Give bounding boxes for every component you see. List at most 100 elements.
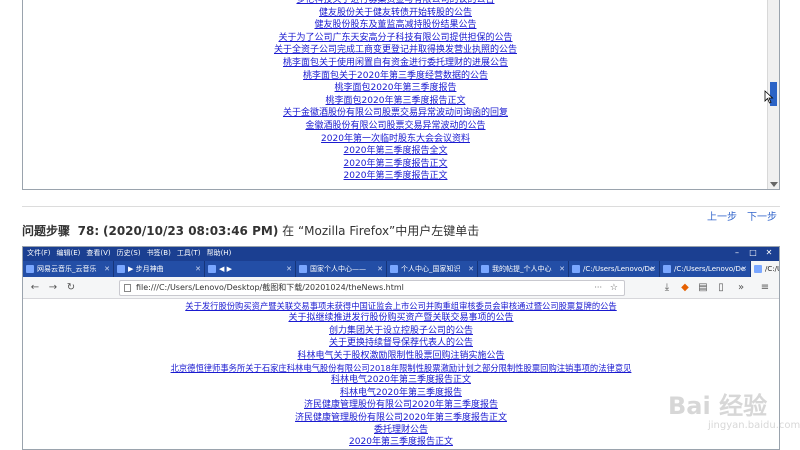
tab-label: 网易云音乐_云音乐 (37, 265, 97, 273)
previous-step-link[interactable]: 上一步 (707, 208, 737, 223)
page-content: 关于发行股份购买资产暨关联交易事项未获得中国证监会上市公司并购重组审核委员会审核… (23, 300, 779, 449)
tab-favicon-icon (390, 265, 398, 273)
tab-label: 国家个人中心—— (310, 265, 366, 273)
page-actions-icon[interactable]: ··· (594, 281, 602, 295)
next-step-link[interactable]: 下一步 (747, 208, 777, 223)
browser-tab[interactable]: /C:/Users/Lenovo/De✕ (660, 261, 751, 277)
announcement-link[interactable]: 关于拟继续推进发行股份购买资产暨关联交易事项的公告 (23, 312, 779, 324)
tab-favicon-icon (754, 265, 762, 273)
tab-label: /C:/Users/Lenovo/De (765, 265, 779, 273)
menu-item[interactable]: 查看(V) (86, 249, 110, 257)
announcement-link[interactable]: 科林电气2020年第三季度报告 (23, 387, 779, 399)
announcement-link[interactable]: 关于更换持续督导保荐代表人的公告 (23, 337, 779, 349)
bookmark-star-icon[interactable]: ☆ (610, 281, 618, 295)
browser-tab[interactable]: ▶ 步月神曲 ✕ (114, 261, 205, 277)
announcement-link[interactable]: 桃李面包2020年第三季度报告 (23, 82, 768, 95)
announcement-link[interactable]: 委托理财公告 (23, 424, 779, 436)
menu-bar: 文件(F) 编辑(E) 查看(V) 历史(S) 书签(B) 工具(T) 帮助(H) (23, 247, 779, 259)
tab-label: ◀ ▶ (219, 265, 232, 273)
browser-tab[interactable]: /C:/Users/Lenovo/De✕ (569, 261, 660, 277)
announcement-link[interactable]: 科林电气2020年第三季度报告正文 (23, 374, 779, 386)
menu-item[interactable]: 文件(F) (27, 249, 51, 257)
announcement-link[interactable]: 2020年第三季度报告正文 (23, 170, 768, 183)
address-bar[interactable]: file:///C:/Users/Lenovo/Desktop/截图和下载/20… (119, 280, 625, 296)
menu-item[interactable]: 编辑(E) (57, 249, 81, 257)
tab-label: 我的帖提_个人中心 (492, 265, 552, 273)
mouse-cursor-icon (764, 90, 774, 104)
divider (22, 206, 780, 207)
minimize-icon[interactable]: – (729, 247, 745, 259)
announcement-link[interactable]: 2020年第一次临时股东大会会议资料 (23, 133, 768, 146)
announcement-link[interactable]: 2020年第三季度报告全文 (23, 145, 768, 158)
tab-close-icon[interactable]: ✕ (650, 261, 656, 277)
announcement-link[interactable]: 健友股份股东及董监高减持股份结果公告 (23, 19, 768, 32)
tab-close-icon[interactable]: ✕ (377, 261, 383, 277)
announcement-link[interactable]: 科林电气关于股权激励限制性股票回购注销实施公告 (23, 350, 779, 362)
announcement-link[interactable]: 桃李面包关于2020年第三季度经营数据的公告 (23, 70, 768, 83)
announcement-link[interactable]: 2020年第三季度报告正文 (23, 436, 779, 448)
menu-item[interactable]: 工具(T) (177, 249, 201, 257)
top-link-list: 多伦科技关于进行募集资金与有限公司的议的公告 健友股份关于健友转债开始转股的公告健… (23, 0, 768, 183)
announcement-link[interactable]: 多伦科技关于进行募集资金与有限公司的议的公告 (23, 0, 768, 7)
tab-favicon-icon (299, 265, 307, 273)
step-header: 问题步骤 78: (2020/10/23 08:03:46 PM) 在 “Moz… (22, 222, 479, 239)
addon-icon[interactable]: ◆ (677, 280, 693, 296)
reload-icon[interactable]: ↻ (63, 280, 79, 296)
tab-favicon-icon (481, 265, 489, 273)
browser-tab[interactable]: 我的帖提_个人中心 ✕ (478, 261, 569, 277)
close-icon[interactable]: ✕ (761, 247, 777, 259)
announcement-link[interactable]: 关于为了公司广东天安高分子科技有限公司提供担保的公告 (23, 32, 768, 45)
watermark-url: jingyan.baidu.com (708, 420, 800, 431)
announcement-link[interactable]: 北京德恒律师事务所关于石家庄科林电气股份有限公司2018年限制性股票激励计划之部… (23, 362, 779, 374)
menu-item[interactable]: 历史(S) (117, 249, 141, 257)
back-arrow-icon[interactable]: ← (27, 280, 43, 296)
library-icon[interactable]: ▤ (695, 280, 711, 296)
tab-close-icon[interactable]: ✕ (468, 261, 474, 277)
step-description: 在 “Mozilla Firefox”中用户左键单击 (282, 224, 480, 238)
menu-item[interactable]: 帮助(H) (207, 249, 232, 257)
menu-item[interactable]: 书签(B) (147, 249, 171, 257)
announcement-link[interactable]: 桃李面包2020年第三季度报告正文 (23, 95, 768, 108)
watermark-logo-text: Bai 经验 (668, 392, 768, 420)
browser-tab[interactable]: ◀ ▶ ✕ (205, 261, 296, 277)
previous-step-screenshot: 多伦科技关于进行募集资金与有限公司的议的公告 健友股份关于健友转债开始转股的公告健… (22, 0, 780, 190)
window-controls: – □ ✕ (729, 247, 777, 259)
forward-arrow-icon[interactable]: → (45, 280, 61, 296)
tab-label: /C:/Users/Lenovo/De (674, 265, 746, 273)
scroll-down-arrow-icon[interactable] (770, 182, 778, 187)
announcement-link[interactable]: 济民健康管理股份有限公司2020年第三季度报告 (23, 399, 779, 411)
hamburger-menu-icon[interactable]: ≡ (757, 280, 773, 296)
announcement-link[interactable]: 健友股份关于健友转债开始转股的公告 (23, 7, 768, 20)
tab-favicon-icon (26, 265, 34, 273)
tab-close-icon[interactable]: ✕ (195, 261, 201, 277)
maximize-icon[interactable]: □ (745, 247, 761, 259)
announcement-link[interactable]: 关于全资子公司完成工商变更登记并取得换发营业执照的公告 (23, 44, 768, 57)
browser-tab[interactable]: 网易云音乐_云音乐 ✕ (23, 261, 114, 277)
browser-tab[interactable]: /C:/Users/Lenovo/De✕ (751, 261, 779, 277)
announcement-link[interactable]: 桃李面包关于使用闲置自有资金进行委托理财的进展公告 (23, 57, 768, 70)
tab-favicon-icon (663, 265, 671, 273)
announcement-link[interactable]: 济民健康管理股份有限公司2020年第三季度报告正文 (23, 412, 779, 424)
step-navigation: 上一步 下一步 (0, 192, 800, 223)
announcement-link[interactable]: 创力集团关于设立控股子公司的公告 (23, 325, 779, 337)
tab-favicon-icon (208, 265, 216, 273)
firefox-window-screenshot: 文件(F) 编辑(E) 查看(V) 历史(S) 书签(B) 工具(T) 帮助(H) – □ ✕ … (22, 246, 780, 450)
tab-favicon-icon (117, 265, 125, 273)
tab-close-icon[interactable]: ✕ (286, 261, 292, 277)
page-icon (124, 284, 131, 292)
tab-close-icon[interactable]: ✕ (559, 261, 565, 277)
step-label: 问题步骤 (22, 224, 71, 238)
url-text: file:///C:/Users/Lenovo/Desktop/截图和下载/20… (136, 283, 404, 292)
announcement-link[interactable]: 2020年第三季度报告正文 (23, 158, 768, 171)
tab-favicon-icon (572, 265, 580, 273)
browser-tab[interactable]: 个人中心_国家知识 ✕ (387, 261, 478, 277)
download-icon[interactable]: ⤓ (659, 280, 675, 296)
announcement-link[interactable]: 关于发行股份购买资产暨关联交易事项未获得中国证监会上市公司并购重组审核委员会审核… (23, 300, 779, 312)
tab-close-icon[interactable]: ✕ (741, 261, 747, 277)
announcement-link[interactable]: 金徽酒股份有限公司股票交易异常波动的公告 (23, 120, 768, 133)
tab-close-icon[interactable]: ✕ (104, 261, 110, 277)
sidebar-icon[interactable]: ▯ (713, 280, 729, 296)
announcement-link[interactable]: 关于金徽酒股份有限公司股票交易异常波动问询函的回复 (23, 107, 768, 120)
overflow-chevron-icon[interactable]: » (733, 280, 749, 296)
browser-tab[interactable]: 国家个人中心—— ✕ (296, 261, 387, 277)
